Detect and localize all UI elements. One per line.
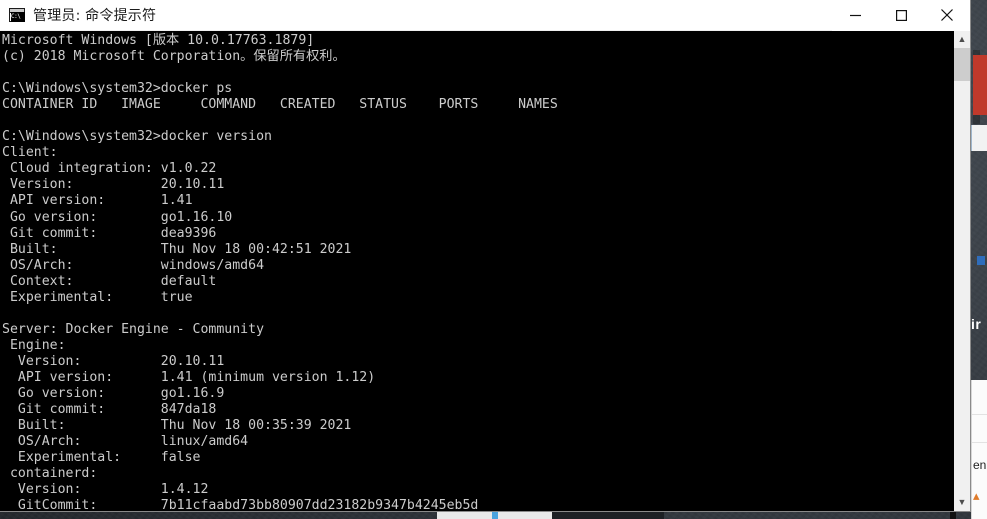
console-line: Server: Docker Engine - Community bbox=[2, 321, 265, 337]
console-line: Version: 1.4.12 bbox=[2, 482, 209, 498]
console-line: Version: 20.10.11 bbox=[2, 177, 225, 193]
console-line: Version: 20.10.11 bbox=[2, 353, 225, 369]
console-line: containerd: bbox=[2, 466, 98, 482]
close-button[interactable] bbox=[924, 0, 970, 31]
background-window-panel[interactable]: en ▴ bbox=[971, 380, 987, 519]
scrollbar-down-arrow[interactable]: ▼ bbox=[954, 494, 970, 511]
background-panel-icon: ▴ bbox=[973, 488, 980, 503]
console-line: API version: 1.41 (minimum version 1.12) bbox=[2, 369, 376, 385]
background-window-red[interactable] bbox=[973, 55, 987, 115]
background-panel-divider bbox=[972, 414, 987, 415]
background-panel-text: en bbox=[973, 458, 987, 472]
console-line: Microsoft Windows [版本 10.0.17763.1879] bbox=[2, 33, 315, 48]
cmd-icon bbox=[9, 8, 25, 22]
scrollbar-up-arrow[interactable]: ▲ bbox=[954, 31, 970, 48]
console-line: API version: 1.41 bbox=[2, 193, 193, 209]
console-line: CONTAINER ID IMAGE COMMAND CREATED STATU… bbox=[2, 97, 558, 113]
console-line: C:\Windows\system32>docker ps bbox=[2, 81, 233, 97]
console-scrollbar[interactable]: ▲ ▼ bbox=[953, 31, 970, 511]
minimize-button[interactable] bbox=[832, 0, 878, 31]
maximize-button[interactable] bbox=[878, 0, 924, 31]
console-line: Experimental: true bbox=[2, 289, 193, 305]
scrollbar-track[interactable] bbox=[954, 48, 970, 494]
console-line: Experimental: false bbox=[2, 450, 201, 466]
console-line: Built: Thu Nov 18 00:42:51 2021 bbox=[2, 241, 352, 257]
console-line: Go version: go1.16.10 bbox=[2, 209, 233, 225]
window-title: 管理员: 命令提示符 bbox=[33, 8, 157, 24]
console-output[interactable]: Microsoft Windows [版本 10.0.17763.1879] (c… bbox=[0, 31, 953, 511]
console-body: Microsoft Windows [版本 10.0.17763.1879] (c… bbox=[0, 31, 970, 511]
background-panel-divider bbox=[972, 442, 987, 443]
background-dialog-icon bbox=[977, 256, 985, 265]
console-line: Engine: bbox=[2, 337, 66, 353]
close-icon bbox=[941, 9, 953, 21]
console-line: Context: default bbox=[2, 273, 217, 289]
console-line: Built: Thu Nov 18 00:35:39 2021 bbox=[2, 418, 352, 434]
scrollbar-thumb[interactable] bbox=[954, 48, 970, 81]
minimize-icon bbox=[849, 14, 861, 16]
maximize-icon bbox=[895, 9, 907, 21]
console-line: OS/Arch: linux/amd64 bbox=[2, 434, 249, 450]
console-line: Cloud integration: v1.0.22 bbox=[2, 161, 217, 177]
console-line: Git commit: dea9396 bbox=[2, 225, 217, 241]
console-line: GitCommit: 7b11cfaabd73bb80907dd23182b93… bbox=[2, 498, 479, 511]
command-prompt-window: 管理员: 命令提示符 Microsoft Windows [版本 10.0.17… bbox=[0, 0, 971, 512]
console-line: (c) 2018 Microsoft Corporation。保留所有权利。 bbox=[2, 49, 346, 65]
console-line: OS/Arch: windows/amd64 bbox=[2, 257, 265, 273]
console-line: Client: bbox=[2, 145, 58, 161]
console-line: Git commit: 847da18 bbox=[2, 402, 217, 418]
console-line: C:\Windows\system32>docker version bbox=[2, 129, 272, 145]
console-line: Go version: go1.16.9 bbox=[2, 386, 225, 402]
background-window-text: ir bbox=[971, 316, 982, 332]
background-dialog[interactable] bbox=[971, 125, 987, 265]
titlebar[interactable]: 管理员: 命令提示符 bbox=[0, 0, 970, 31]
